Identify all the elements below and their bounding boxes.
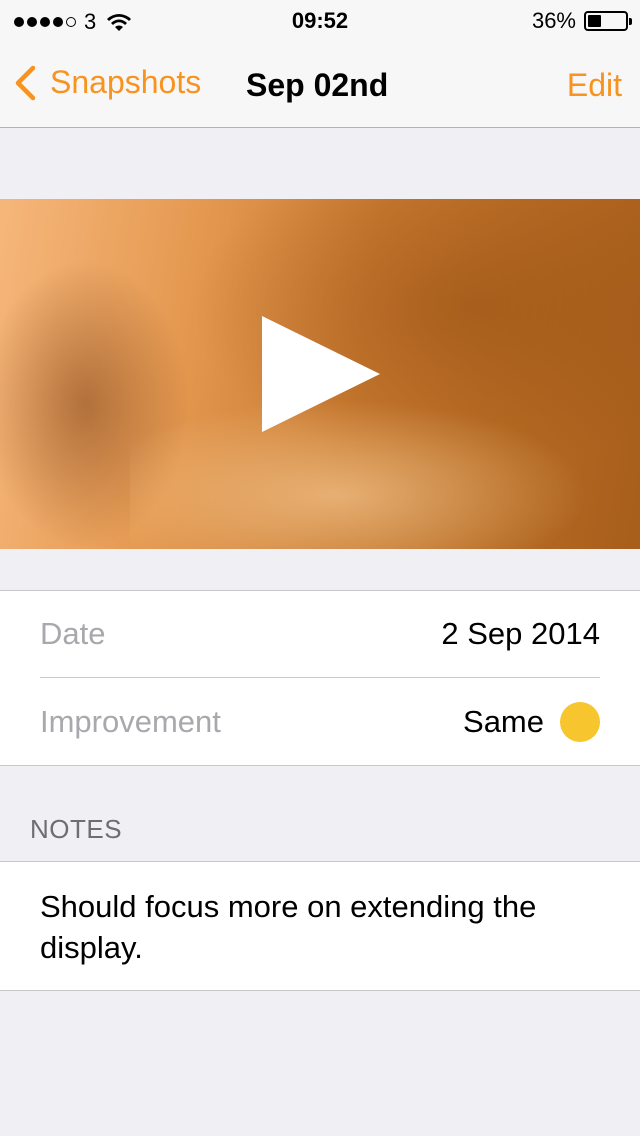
page-title: Sep 02nd (246, 67, 389, 103)
chevron-left-icon (15, 65, 36, 100)
battery-area: 36% (531, 8, 632, 34)
back-button-label: Snapshots (50, 64, 202, 100)
date-value: 2 Sep 2014 (441, 616, 600, 651)
notes-text: Should focus more on extending the displ… (40, 889, 537, 965)
battery-fill (588, 15, 601, 27)
battery-percent: 36% (531, 8, 576, 33)
battery-icon (584, 11, 632, 31)
improvement-value: Same (463, 703, 544, 739)
improvement-label: Improvement (40, 703, 221, 739)
details-table: Date 2 Sep 2014 Improvement Same (0, 590, 640, 766)
back-button[interactable]: Snapshots (14, 64, 201, 101)
improvement-status-icon (560, 701, 600, 742)
notes-header: NOTES (30, 814, 123, 844)
date-row[interactable]: Date 2 Sep 2014 (40, 591, 600, 678)
navigation-bar: Snapshots Sep 02nd Edit (0, 40, 640, 128)
notes-section[interactable]: Should focus more on extending the displ… (0, 861, 640, 991)
status-bar: 3 09:52 36% (0, 0, 640, 40)
edit-button[interactable]: Edit (567, 67, 622, 104)
date-label: Date (40, 616, 106, 651)
play-icon[interactable] (262, 316, 380, 434)
improvement-row[interactable]: Improvement Same (40, 678, 600, 765)
improvement-value-group: Same (463, 701, 600, 742)
